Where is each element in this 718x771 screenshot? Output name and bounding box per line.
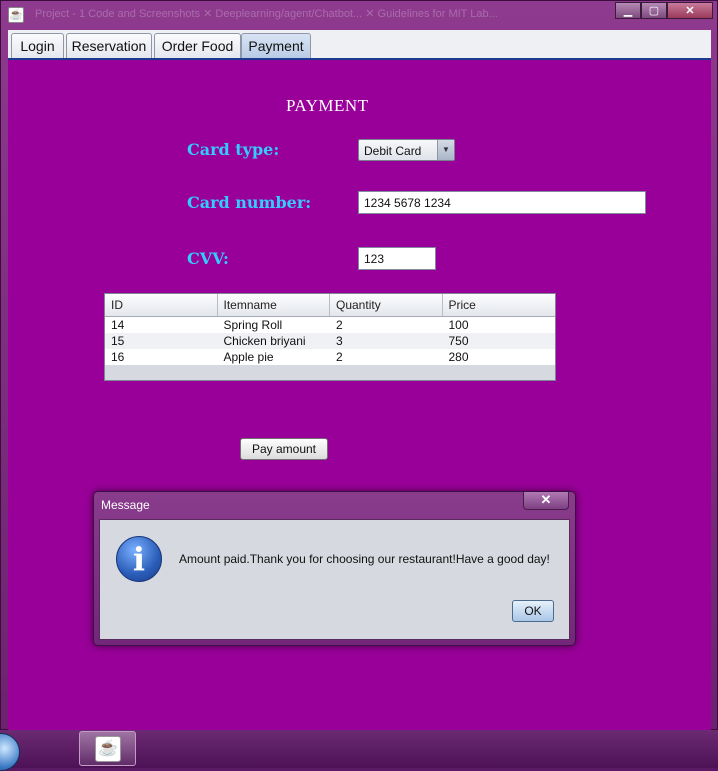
maximize-button[interactable]: ▢ <box>641 2 667 19</box>
cell-price: 750 <box>448 334 469 348</box>
chevron-down-icon[interactable]: ▼ <box>437 140 454 160</box>
table-row[interactable]: 14 Spring Roll 2 100 <box>105 317 555 333</box>
page-title: PAYMENT <box>286 96 369 115</box>
taskbar: ☕ <box>0 730 718 771</box>
card-type-label: Card type: <box>187 140 280 159</box>
tab-strip: Login Reservation Order Food Payment <box>8 30 711 60</box>
cell-id: 16 <box>111 350 125 364</box>
cell-id: 15 <box>111 334 125 348</box>
title-bar[interactable]: ☕ Project - 1 Code and Screenshots ✕ Dee… <box>1 1 717 29</box>
cell-quantity: 2 <box>336 318 343 332</box>
close-button[interactable]: ✕ <box>667 2 713 19</box>
dialog-title: Message <box>101 498 150 512</box>
cvv-input[interactable]: 123 <box>358 247 436 270</box>
tab-login[interactable]: Login <box>11 33 64 58</box>
column-header-price[interactable]: Price <box>443 294 556 316</box>
cell-itemname: Spring Roll <box>223 318 283 332</box>
card-number-label: Card number: <box>187 193 312 212</box>
tab-payment[interactable]: Payment <box>241 33 311 58</box>
cell-price: 100 <box>448 318 469 332</box>
card-number-input[interactable]: 1234 5678 1234 <box>358 191 646 214</box>
table-row[interactable]: 15 Chicken briyani 3 750 <box>105 333 555 349</box>
column-header-id[interactable]: ID <box>105 294 218 316</box>
cell-id: 14 <box>111 318 125 332</box>
ok-button[interactable]: OK <box>512 600 554 622</box>
cell-price: 280 <box>448 350 469 364</box>
card-type-value: Debit Card <box>364 144 422 158</box>
table-header: ID Itemname Quantity Price <box>105 294 555 317</box>
column-header-quantity[interactable]: Quantity <box>330 294 443 316</box>
cvv-label: CVV: <box>187 249 229 268</box>
info-icon: i <box>116 536 162 582</box>
order-table: ID Itemname Quantity Price 14 Spring Rol… <box>104 293 556 381</box>
message-dialog: Message ✕ i Amount paid.Thank you for ch… <box>93 491 576 646</box>
dialog-body: i Amount paid.Thank you for choosing our… <box>99 519 570 640</box>
cell-quantity: 2 <box>336 350 343 364</box>
tab-order-food[interactable]: Order Food <box>154 33 241 58</box>
table-row[interactable]: 16 Apple pie 2 280 <box>105 349 555 365</box>
cell-quantity: 3 <box>336 334 343 348</box>
column-header-itemname[interactable]: Itemname <box>218 294 330 316</box>
pay-amount-button[interactable]: Pay amount <box>240 438 328 460</box>
dialog-close-button[interactable]: ✕ <box>523 492 569 510</box>
minimize-button[interactable]: ▁ <box>615 2 641 19</box>
start-button[interactable] <box>0 733 20 771</box>
dialog-message: Amount paid.Thank you for choosing our r… <box>179 552 550 566</box>
window-title: Project - 1 Code and Screenshots ✕ Deepl… <box>35 8 498 20</box>
java-app-icon: ☕ <box>8 7 24 23</box>
java-icon: ☕ <box>95 736 121 762</box>
cell-itemname: Chicken briyani <box>223 334 306 348</box>
window-controls: ▁ ▢ ✕ <box>615 2 713 19</box>
taskbar-java-app[interactable]: ☕ <box>79 731 136 766</box>
table-body: 14 Spring Roll 2 100 15 Chicken briyani … <box>105 317 555 365</box>
tab-reservation[interactable]: Reservation <box>66 33 152 58</box>
card-type-select[interactable]: Debit Card ▼ <box>358 139 455 161</box>
cell-itemname: Apple pie <box>223 350 274 364</box>
